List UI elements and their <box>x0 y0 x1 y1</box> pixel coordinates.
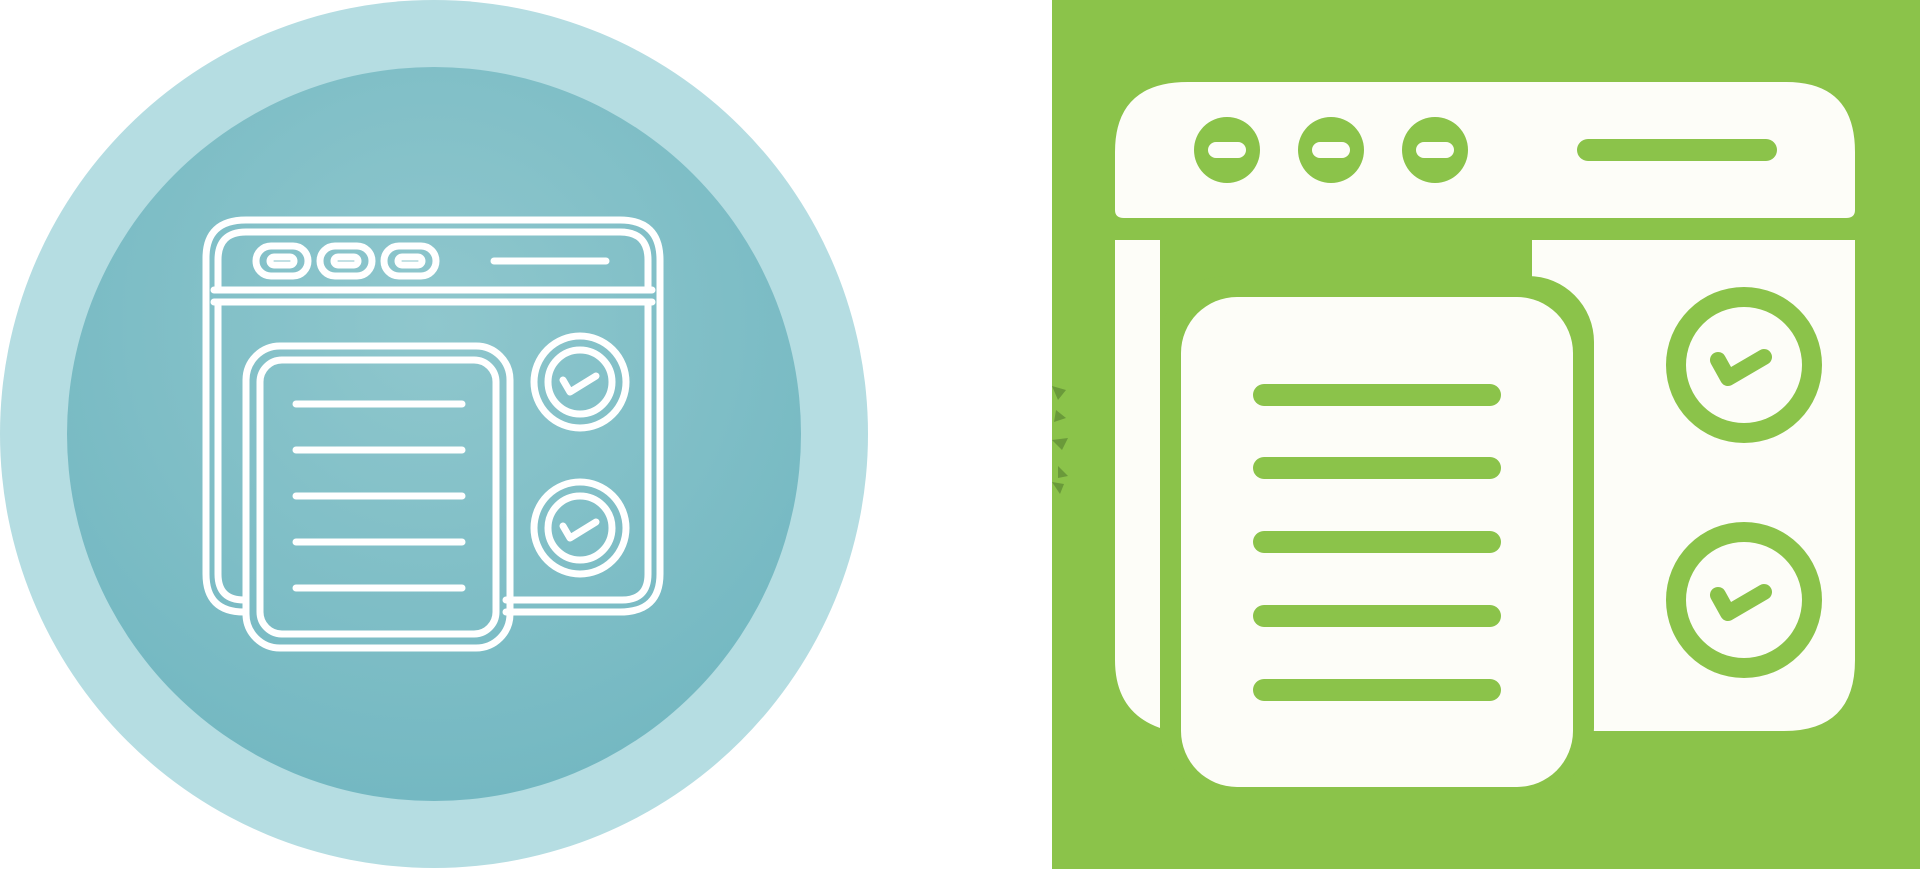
icon-preview-sheet <box>0 0 1920 869</box>
document-line-4 <box>1253 605 1501 627</box>
browser-checklist-icon <box>1115 82 1855 794</box>
document-line-1 <box>1253 384 1501 406</box>
document-line-2 <box>1253 457 1501 479</box>
address-bar <box>1577 139 1777 161</box>
document-line-3 <box>1253 531 1501 553</box>
outline-icon-panel <box>0 0 960 869</box>
document-line-5 <box>1253 679 1501 701</box>
glyph-icon-canvas <box>1052 0 1920 869</box>
glyph-icon-panel <box>960 0 1920 869</box>
inner-circle <box>67 67 801 801</box>
outline-icon-canvas <box>0 0 868 868</box>
